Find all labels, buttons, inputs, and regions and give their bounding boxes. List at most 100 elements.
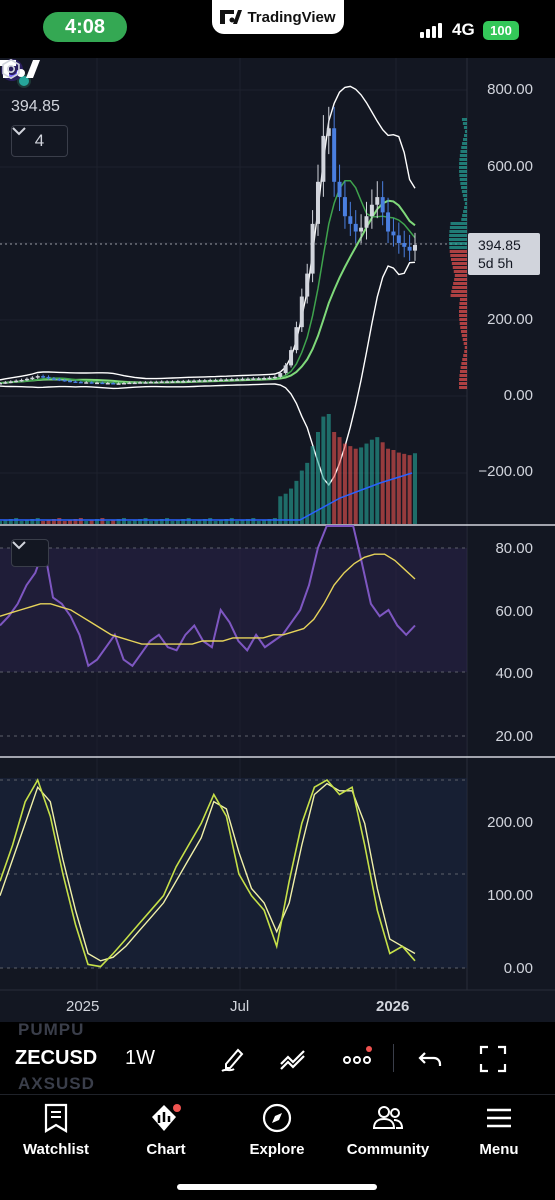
osc-axis-label: 200.00	[487, 814, 533, 831]
volume-profile-bar	[460, 366, 467, 369]
volume-profile-bar	[459, 374, 467, 377]
rsi-collapse-button[interactable]	[11, 539, 49, 567]
volume-bar	[0, 521, 2, 524]
volume-profile-bar	[461, 118, 467, 121]
rsi-axis-label: 80.00	[495, 540, 533, 557]
volume-bar	[413, 453, 417, 524]
volume-profile-bar	[449, 250, 467, 253]
candle-body	[332, 128, 337, 182]
candle-body	[342, 197, 347, 217]
chart-settings-icon[interactable]	[0, 58, 22, 80]
watchlist-icon	[44, 1103, 68, 1133]
volume-bar	[213, 521, 218, 524]
candle-body	[100, 382, 105, 385]
pen-icon[interactable]	[218, 1044, 248, 1074]
candle-body	[68, 380, 73, 383]
candle-body	[278, 373, 283, 377]
indicator-count: 4	[34, 131, 45, 150]
chart-toolbar: PUMPU AXSUSD ZECUSD 1W	[0, 1020, 555, 1094]
candle-body	[262, 378, 267, 380]
compass-icon	[262, 1103, 292, 1133]
volume-profile-bar	[462, 142, 467, 145]
volume-bar	[143, 518, 148, 524]
volume-bar	[272, 518, 277, 524]
volume-bar	[78, 518, 83, 524]
chart-canvas[interactable]	[0, 58, 555, 1022]
band-lower	[0, 261, 416, 487]
candle-body	[299, 296, 304, 328]
chevron-down-icon	[12, 541, 26, 550]
volume-bar	[256, 521, 261, 524]
volume-profile-bar	[459, 318, 467, 321]
chart-area[interactable]: 394.85 4 800.00 600.00 200.00 0.00 −200.…	[0, 58, 555, 1022]
osc-axis-label: 100.00	[487, 887, 533, 904]
candle-body	[111, 382, 116, 385]
network-type: 4G	[452, 20, 475, 39]
price-axis-label: 0.00	[503, 387, 533, 404]
tab-watchlist[interactable]: Watchlist	[6, 1103, 106, 1158]
candle-body	[57, 379, 62, 381]
time-axis[interactable]: 2025 Jul 2026	[0, 990, 555, 1022]
volume-bar	[369, 439, 374, 524]
indicators-collapse-button[interactable]: 4	[11, 125, 68, 157]
rsi-axis-label: 60.00	[495, 603, 533, 620]
candle-body	[84, 382, 89, 384]
indicators-icon[interactable]	[278, 1044, 308, 1074]
candle-body	[35, 376, 40, 378]
volume-profile-bar	[459, 158, 467, 161]
status-time: 4:08	[43, 12, 127, 42]
candle-body	[321, 135, 326, 182]
tradingview-logo-icon	[220, 10, 243, 24]
time-axis-label: 2026	[376, 998, 410, 1015]
interval-button[interactable]: 1W	[125, 1047, 155, 1070]
candle-body	[369, 204, 374, 217]
candle-body	[186, 380, 191, 383]
candle-body	[8, 381, 13, 383]
candle-body	[0, 382, 2, 385]
volume-profile-bar	[459, 154, 467, 157]
volume-profile-bar	[463, 342, 467, 345]
volume-profile-bar	[459, 162, 467, 165]
volume-bar	[332, 432, 337, 524]
volume-profile-bar	[464, 130, 467, 133]
volume-profile-bar	[463, 138, 467, 141]
fullscreen-icon[interactable]	[478, 1044, 508, 1074]
tab-label: Menu	[479, 1141, 519, 1158]
candle-body	[154, 381, 159, 384]
people-icon	[372, 1106, 404, 1129]
candle-body	[132, 382, 137, 385]
volume-profile-bar	[461, 218, 467, 221]
candle-body	[283, 365, 288, 374]
price-axis-label: −200.00	[478, 463, 533, 480]
time-axis-label: 2025	[66, 998, 100, 1015]
volume-bar	[391, 450, 396, 524]
more-icon[interactable]	[342, 1044, 372, 1074]
tab-menu[interactable]: Menu	[449, 1103, 549, 1158]
volume-profile-bar	[461, 186, 467, 189]
candle-body	[407, 246, 412, 251]
tab-label: Community	[346, 1141, 430, 1158]
candle-body	[208, 379, 213, 382]
tab-chart[interactable]: Chart	[116, 1103, 216, 1158]
candle-body	[305, 273, 310, 297]
volume-bar	[299, 470, 304, 524]
candle-body	[364, 216, 369, 228]
current-price-tag: 394.85 5d 5h	[468, 233, 540, 275]
volume-profile-bar	[459, 378, 467, 381]
undo-icon[interactable]	[416, 1044, 446, 1074]
ghost-symbol: AXSUSD	[18, 1074, 95, 1093]
home-indicator[interactable]	[177, 1184, 377, 1190]
volume-bar	[407, 455, 412, 524]
volume-profile-bar	[459, 298, 467, 301]
tab-explore[interactable]: Explore	[227, 1103, 327, 1158]
candle-body	[386, 212, 391, 232]
candle-body	[143, 382, 148, 384]
candle-body	[3, 382, 8, 384]
tab-community[interactable]: Community	[338, 1103, 438, 1158]
candle-body	[272, 376, 277, 379]
symbol-button[interactable]: ZECUSD	[15, 1047, 97, 1070]
candle-body	[202, 380, 207, 382]
candle-body	[218, 379, 223, 382]
price-axis-label: 800.00	[487, 81, 533, 98]
volume-bar	[364, 443, 369, 524]
